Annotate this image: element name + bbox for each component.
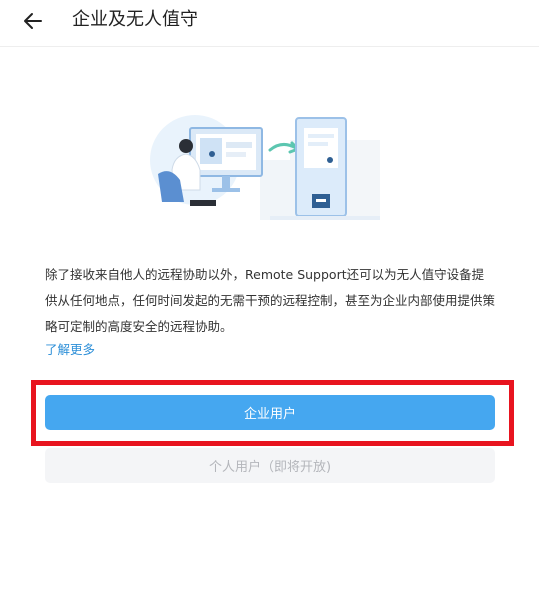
description-text: 除了接收来自他人的远程协助以外，Remote Support还可以为无人值守设备… [45, 267, 496, 334]
remote-support-illustration [150, 110, 390, 230]
enterprise-user-button[interactable]: 企业用户 [45, 395, 495, 430]
learn-more-link[interactable]: 了解更多 [45, 339, 95, 361]
page: 企业及无人值守 除了接收来自他人的远程协助以外，Remote Support还可… [0, 0, 539, 607]
page-title: 企业及无人值守 [72, 9, 198, 30]
header-bar: 企业及无人值守 [0, 0, 539, 47]
personal-user-button: 个人用户（即将开放) [45, 448, 495, 483]
back-button[interactable] [16, 6, 50, 36]
arrow-left-icon [24, 13, 42, 29]
